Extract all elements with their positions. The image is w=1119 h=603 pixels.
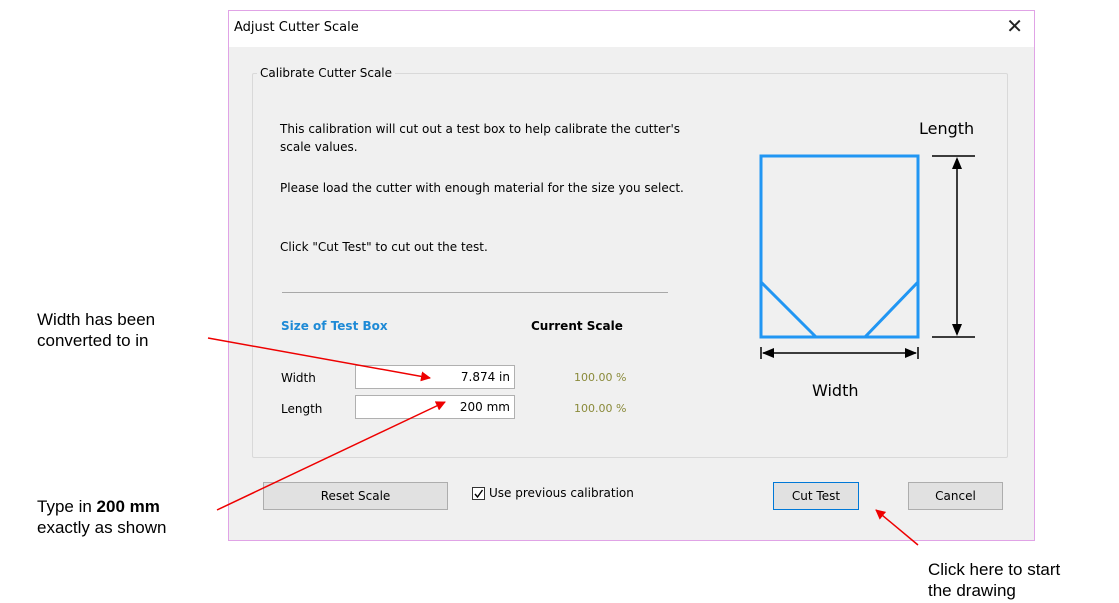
diagram-length-label: Length xyxy=(919,119,975,138)
length-scale-value: 100.00 % xyxy=(574,402,627,415)
load-paragraph: Please load the cutter with enough mater… xyxy=(280,181,684,195)
adjust-cutter-scale-dialog: Adjust Cutter Scale ✕ Calibrate Cutter S… xyxy=(228,10,1035,541)
width-scale-value: 100.00 % xyxy=(574,371,627,384)
group-label: Calibrate Cutter Scale xyxy=(257,66,396,80)
test-box-diagram xyxy=(759,154,975,359)
cut-test-button[interactable]: Cut Test xyxy=(773,482,859,510)
diagram-width-label: Width xyxy=(812,381,859,400)
title-bar: Adjust Cutter Scale ✕ xyxy=(229,11,1034,47)
test-box-left-corner xyxy=(759,280,818,339)
click-paragraph: Click "Cut Test" to cut out the test. xyxy=(280,240,488,254)
type-note: Type in 200 mm exactly as shown xyxy=(37,497,167,537)
test-box-right-corner xyxy=(863,280,920,339)
test-box-outline xyxy=(759,154,920,339)
use-previous-calibration-checkbox[interactable]: Use previous calibration xyxy=(472,486,634,500)
checkbox-box[interactable] xyxy=(472,486,485,500)
reset-scale-button[interactable]: Reset Scale xyxy=(263,482,448,510)
width-input[interactable] xyxy=(355,365,515,389)
intro-paragraph: This calibration will cut out a test box… xyxy=(280,122,681,154)
length-label: Length xyxy=(281,402,323,416)
checkmark-icon xyxy=(474,489,484,498)
dialog-title: Adjust Cutter Scale xyxy=(234,20,359,35)
size-of-test-box-header: Size of Test Box xyxy=(281,319,388,333)
divider xyxy=(282,292,668,293)
click-note: Click here to start the drawing xyxy=(928,560,1061,600)
cancel-button[interactable]: Cancel xyxy=(908,482,1003,510)
length-input[interactable] xyxy=(355,395,515,419)
width-note: Width has been converted to in xyxy=(37,310,156,350)
close-icon[interactable]: ✕ xyxy=(1006,14,1023,38)
current-scale-header: Current Scale xyxy=(531,319,623,333)
checkbox-label: Use previous calibration xyxy=(489,486,634,500)
width-label: Width xyxy=(281,371,316,385)
